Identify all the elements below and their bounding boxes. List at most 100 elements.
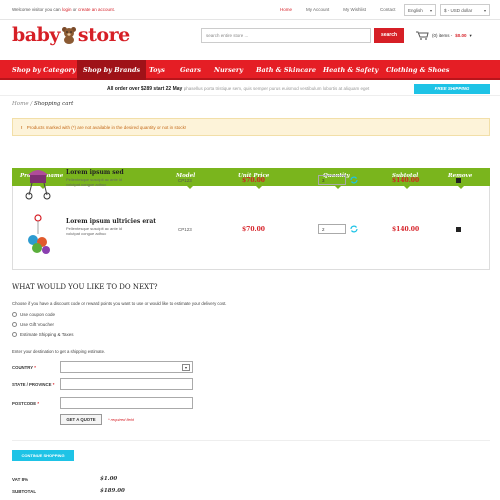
top-bar: Welcome visitor you can login or create … [0,0,500,20]
radio-estimate[interactable] [12,332,17,337]
top-links: Home My Account My Wishlist Contact [280,7,396,12]
nav-item-shop-by-category[interactable]: Shop by Category [12,60,76,80]
product-name[interactable]: Lorem ipsum ultricies erat [66,218,156,225]
country-select[interactable]: ▾ [60,361,193,373]
product-model: CP123 [178,227,192,232]
breadcrumb-home[interactable]: Home [12,101,29,107]
logo-text-baby: baby [12,24,60,46]
top-link-contact[interactable]: Contact [380,7,396,12]
row-subtotal: $140.00 [392,177,420,184]
stroller-image[interactable] [24,163,52,205]
welcome-message: Welcome visitor you can login or create … [12,7,115,12]
divider [12,440,490,441]
total-label-subtotal: SUBTOTAL [12,489,37,494]
main-nav: Shop by Category Shop by Brands Toys Gea… [0,60,500,80]
table-row: Lorem ipsum ultricies erat Pellentesque … [12,212,490,254]
section-title: WHAT WOULD YOU LIKE TO DO NEXT? [12,283,158,291]
state-label-text: STATE / PROVINCE [12,382,52,387]
option-voucher[interactable]: Use Gift Voucher [20,322,54,327]
required-mark: * [34,365,36,370]
refresh-icon[interactable] [350,176,358,184]
promo-headline: All order over $289 start 22 May [107,86,183,92]
state-input[interactable] [60,378,193,390]
cart-count: (0) items - [432,33,453,38]
nav-item-clothing-shoes[interactable]: Clothing & Shoes [386,60,449,80]
required-mark: * [37,401,40,406]
nav-item-gears[interactable]: Gears [180,60,201,80]
estimate-intro: Enter your destination to get a shipping… [12,349,106,354]
top-link-home[interactable]: Home [280,7,292,12]
product-name[interactable]: Lorem ipsum sed [66,169,124,176]
continue-shopping-button[interactable]: CONTINUE SHOPPING [12,450,74,461]
warning-icon: ! [21,125,23,130]
postcode-label-text: POSTCODE [12,401,37,406]
product-model: CP123 [178,178,192,183]
refresh-icon[interactable] [350,225,358,233]
breadcrumb-separator: / [30,101,33,107]
promo-subtext: phasellus porta tristique sem, quis semp… [183,86,370,91]
warning-text: Products marked with (*) are not availab… [26,125,187,130]
logo[interactable]: baby store [12,22,130,48]
nav-item-bath-skincare[interactable]: Bath & Skincare [256,60,316,80]
create-account-link[interactable]: create an account [78,7,114,12]
required-mark: * [52,382,55,387]
cart-summary[interactable]: (0) items - $0.00 ▾ [415,30,472,41]
nav-item-heath-safety[interactable]: Heath & Safety [323,60,378,80]
product-desc: Pellentesque suscipit ac ante id volutpa… [66,177,123,187]
nav-item-nursery[interactable]: Nursery [214,60,243,80]
welcome-prefix: Welcome visitor you can [12,7,61,12]
unit-price: $70.00 [242,177,265,184]
radio-voucher[interactable] [12,322,17,327]
option-coupon[interactable]: Use coupon code [20,312,55,317]
welcome-suffix: . [113,7,116,12]
promo-text: All order over $289 start 22 May phasell… [107,86,369,92]
language-value: English [408,8,423,13]
postcode-input[interactable] [60,397,193,409]
product-desc: Pellentesque suscipit ac ante id volutpa… [66,226,123,236]
total-label-vat: VAT 8% [12,477,29,482]
language-select[interactable]: English ▾ [404,4,436,16]
total-value-subtotal: $189.00 [100,488,125,494]
unit-price: $70.00 [242,226,265,233]
state-label: STATE / PROVINCE * [12,382,54,387]
breadcrumb: Home / Shopping cart [12,101,73,107]
toy-image[interactable] [24,212,54,258]
radio-coupon[interactable] [12,312,17,317]
chevron-down-icon: ▾ [483,8,486,13]
logo-text-store: store [77,24,130,46]
breadcrumb-current: Shopping cart [33,101,74,107]
quantity-input[interactable]: 3 [318,175,346,185]
quantity-input[interactable]: 2 [318,224,346,234]
nav-item-toys[interactable]: Toys [149,60,165,80]
welcome-mid: or [72,7,77,12]
total-value-vat: $1.00 [100,476,118,482]
nav-item-shop-by-brands[interactable]: Shop by Brands [77,60,147,80]
required-note: * required field [108,417,134,422]
cart-total: $0.00 [455,33,467,38]
promo-bar: All order over $289 start 22 May phasell… [0,82,500,96]
row-subtotal: $140.00 [392,226,420,233]
basket-icon [415,30,429,41]
stock-warning: ! Products marked with (*) are not avail… [12,118,490,136]
option-estimate[interactable]: Estimate Shipping & Taxes [20,332,73,337]
currency-select[interactable]: $ - USD dollar ▾ [440,4,490,16]
login-link[interactable]: login [62,7,72,12]
chevron-down-icon: ▾ [182,364,190,371]
top-link-my-account[interactable]: My Account [306,7,329,12]
teddy-bear-icon [61,26,77,44]
search-button[interactable]: search [374,28,404,43]
remove-icon[interactable] [456,227,461,232]
remove-icon[interactable] [456,178,461,183]
country-label-text: COUNTRY [12,365,34,370]
table-row: Lorem ipsum sed Pellentesque suscipit ac… [12,163,490,203]
postcode-label: POSTCODE * [12,401,39,406]
next-intro: Choose if you have a discount code or re… [12,301,227,306]
search-input[interactable]: search entire store ... [201,28,371,43]
top-link-wishlist[interactable]: My Wishlist [343,7,366,12]
country-label: COUNTRY * [12,365,36,370]
chevron-down-icon: ▾ [429,8,432,13]
get-quote-button[interactable]: GET A QUOTE [60,414,102,425]
chevron-down-icon: ▾ [469,32,472,38]
free-shipping-badge[interactable]: FREE SHIPPING [414,84,490,94]
currency-value: $ - USD dollar [444,8,473,13]
